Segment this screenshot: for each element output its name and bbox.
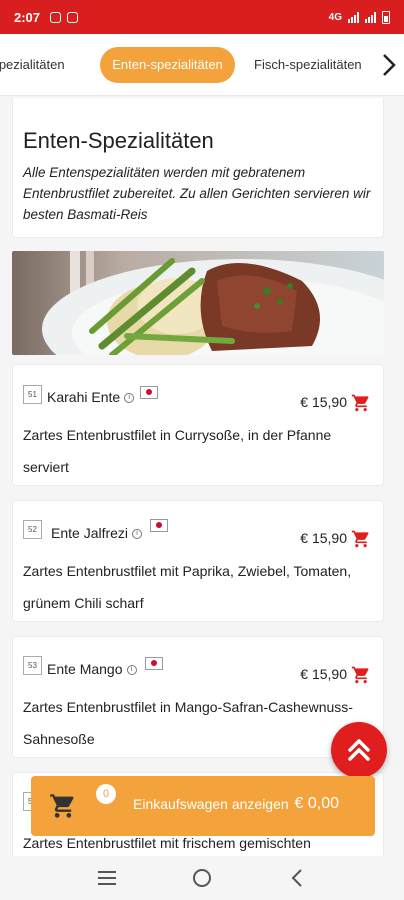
menu-item[interactable]: 53 Ente Mango i € 15,90 Zartes Entenbrust… — [12, 636, 384, 758]
section-header: Enten-Spezialitäten Alle Entenspezialitä… — [12, 98, 384, 238]
chevron-right-icon[interactable] — [374, 34, 404, 95]
item-price: € 15,90 — [300, 530, 347, 546]
item-price: € 15,90 — [300, 666, 347, 682]
spicy-flag-icon — [140, 386, 158, 399]
cart-label: Einkaufswagen anzeigen — [133, 796, 289, 812]
home-circle-icon[interactable] — [190, 866, 214, 890]
show-cart-button[interactable]: 0 Einkaufswagen anzeigen € 0,00 — [31, 776, 375, 836]
status-bar: 2:07 4G — [0, 0, 404, 34]
status-right: 4G — [328, 10, 390, 24]
cart-count-badge: 0 — [96, 784, 116, 804]
battery-icon — [382, 10, 390, 24]
category-tabs: -spezialitäten Enten-spezialitäten Fisch… — [0, 34, 404, 96]
info-icon[interactable]: i — [132, 529, 143, 540]
signal-icon — [348, 11, 359, 23]
back-icon[interactable] — [285, 866, 309, 890]
item-name: Ente Jalfrezi — [51, 525, 129, 541]
menu-item[interactable]: 51 Karahi Ente i € 15,90 Zartes Entenbrus… — [12, 364, 384, 486]
cart-total: € 0,00 — [294, 795, 339, 812]
item-name-row: Ente Mango i — [47, 661, 137, 677]
network-label: 4G — [328, 11, 342, 23]
item-number: 51 — [23, 385, 42, 404]
status-time: 2:07 — [14, 9, 41, 25]
item-name: Karahi Ente — [47, 389, 121, 405]
notification-icon — [50, 11, 62, 23]
info-icon[interactable]: i — [126, 665, 137, 676]
scroll-top-button[interactable] — [331, 722, 387, 778]
tab-fisch-spezialitaeten[interactable]: Fisch-spezialitäten — [254, 47, 362, 83]
app-notification-icon — [67, 11, 79, 23]
spicy-flag-icon — [145, 657, 163, 670]
item-number: 53 — [23, 656, 42, 675]
item-description: Zartes Entenbrustfilet in Currysoße, in … — [23, 427, 332, 475]
tab-category[interactable]: -spezialitäten — [0, 47, 65, 83]
item-name-row: Karahi Ente i — [47, 389, 135, 405]
menu-icon[interactable] — [95, 866, 119, 890]
item-price: € 15,90 — [300, 394, 347, 410]
cart-icon[interactable] — [351, 393, 371, 413]
item-name: Ente Mango — [47, 661, 123, 677]
spicy-flag-icon — [150, 519, 168, 532]
cart-icon[interactable] — [351, 529, 371, 549]
section-banner-image — [12, 251, 384, 355]
item-number: 52 — [23, 520, 42, 539]
cart-icon[interactable] — [351, 665, 371, 685]
double-chevron-up-icon — [348, 739, 370, 761]
section-description: Alle Entenspezialitäten werden mit gebra… — [23, 165, 371, 222]
menu-item[interactable]: 52 Ente Jalfrezi i € 15,90 Zartes Entenbr… — [12, 500, 384, 622]
info-icon[interactable]: i — [124, 393, 135, 404]
signal-icon-2 — [365, 11, 376, 23]
cart-icon — [50, 794, 74, 818]
item-description: Zartes Entenbrustfilet in Mango-Safran-C… — [23, 699, 353, 747]
section-title: Enten-Spezialitäten — [23, 128, 214, 153]
item-description: Zartes Entenbrustfilet mit Paprika, Zwie… — [23, 563, 352, 611]
tab-enten-spezialitaeten[interactable]: Enten-spezialitäten — [100, 47, 235, 83]
item-name-row: Ente Jalfrezi i — [51, 525, 143, 541]
system-nav-bar — [0, 856, 404, 900]
